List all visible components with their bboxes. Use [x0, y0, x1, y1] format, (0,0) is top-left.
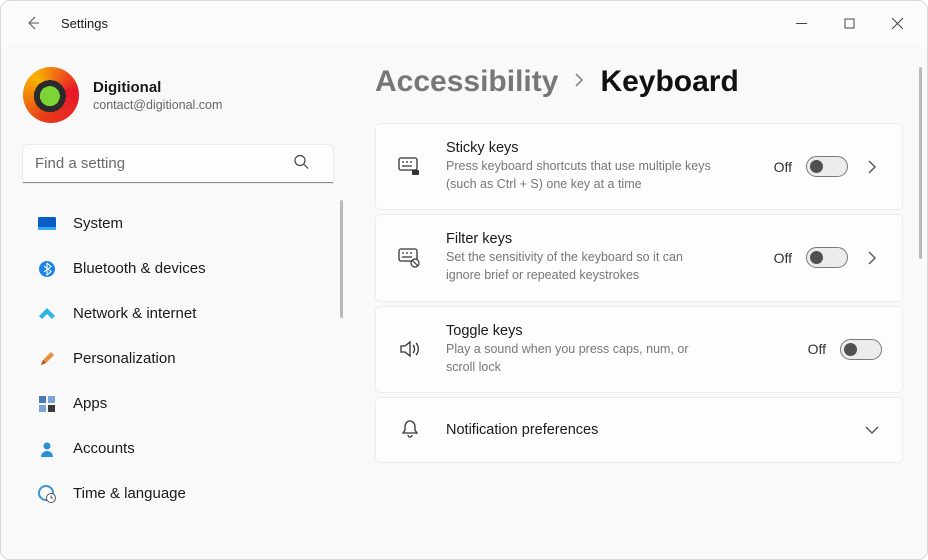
- toggle-state: Off: [774, 159, 792, 175]
- sidebar-item-label: Personalization: [73, 350, 176, 367]
- profile-email: contact@digitional.com: [93, 98, 222, 112]
- search-input[interactable]: [23, 145, 333, 183]
- sidebar-item-time-language[interactable]: Time & language: [23, 473, 339, 514]
- chevron-down-icon[interactable]: [862, 425, 882, 435]
- card-title: Filter keys: [446, 231, 716, 247]
- window-title: Settings: [61, 16, 108, 31]
- page-title: Keyboard: [600, 65, 738, 99]
- sidebar-item-label: System: [73, 215, 123, 232]
- sidebar-item-label: Accounts: [73, 440, 135, 457]
- sidebar-item-bluetooth[interactable]: Bluetooth & devices: [23, 248, 339, 289]
- toggle-state: Off: [808, 341, 826, 357]
- profile-block[interactable]: Digitional contact@digitional.com: [23, 67, 339, 123]
- sidebar-nav: System Bluetooth & devices Network & int…: [23, 203, 339, 518]
- profile-name: Digitional: [93, 79, 222, 96]
- person-icon: [37, 439, 57, 459]
- card-title: Toggle keys: [446, 323, 716, 339]
- sound-icon: [396, 335, 424, 363]
- sticky-keys-toggle[interactable]: [806, 156, 848, 177]
- breadcrumb-parent[interactable]: Accessibility: [375, 65, 558, 99]
- minimize-icon: [796, 18, 807, 29]
- display-icon: [37, 214, 57, 234]
- titlebar: Settings: [1, 1, 927, 45]
- main-content: Accessibility Keyboard Sticky keys Press…: [351, 45, 927, 559]
- card-description: Press keyboard shortcuts that use multip…: [446, 157, 716, 193]
- search-icon: [293, 154, 309, 175]
- settings-window: Settings Digitional contact@digitional.c…: [0, 0, 928, 560]
- brush-icon: [37, 349, 57, 369]
- maximize-button[interactable]: [825, 7, 873, 39]
- keyboard-filter-icon: [396, 244, 424, 272]
- avatar: [23, 67, 79, 123]
- sidebar-scrollbar[interactable]: [340, 200, 343, 318]
- sidebar: Digitional contact@digitional.com System: [1, 45, 351, 559]
- toggle-state: Off: [774, 250, 792, 266]
- sidebar-item-label: Time & language: [73, 485, 186, 502]
- wifi-icon: [37, 304, 57, 324]
- sidebar-item-label: Network & internet: [73, 305, 196, 322]
- sidebar-item-label: Bluetooth & devices: [73, 260, 206, 277]
- minimize-button[interactable]: [777, 7, 825, 39]
- sidebar-item-accounts[interactable]: Accounts: [23, 428, 339, 469]
- card-description: Set the sensitivity of the keyboard so i…: [446, 248, 716, 284]
- toggle-keys-toggle[interactable]: [840, 339, 882, 360]
- sidebar-item-apps[interactable]: Apps: [23, 383, 339, 424]
- card-title: Notification preferences: [446, 422, 598, 438]
- card-title: Sticky keys: [446, 140, 716, 156]
- close-icon: [892, 18, 903, 29]
- setting-toggle-keys[interactable]: Toggle keys Play a sound when you press …: [375, 306, 903, 393]
- maximize-icon: [844, 18, 855, 29]
- filter-keys-toggle[interactable]: [806, 247, 848, 268]
- main-scrollbar[interactable]: [919, 67, 922, 259]
- chevron-right-icon[interactable]: [862, 160, 882, 174]
- close-button[interactable]: [873, 7, 921, 39]
- sidebar-item-personalization[interactable]: Personalization: [23, 338, 339, 379]
- sidebar-item-network[interactable]: Network & internet: [23, 293, 339, 334]
- setting-sticky-keys[interactable]: Sticky keys Press keyboard shortcuts tha…: [375, 123, 903, 210]
- sidebar-item-system[interactable]: System: [23, 203, 339, 244]
- bell-icon: [396, 416, 424, 444]
- apps-icon: [37, 394, 57, 414]
- bluetooth-icon: [37, 259, 57, 279]
- keyboard-sticky-icon: [396, 153, 424, 181]
- arrow-left-icon: [25, 15, 41, 31]
- window-controls: [777, 7, 921, 39]
- sidebar-item-label: Apps: [73, 395, 107, 412]
- chevron-right-icon[interactable]: [862, 251, 882, 265]
- breadcrumb: Accessibility Keyboard: [375, 65, 903, 99]
- globe-clock-icon: [37, 484, 57, 504]
- search-container: [23, 145, 339, 183]
- card-description: Play a sound when you press caps, num, o…: [446, 340, 716, 376]
- setting-notification-preferences[interactable]: Notification preferences: [375, 397, 903, 463]
- chevron-right-icon: [572, 73, 586, 92]
- setting-filter-keys[interactable]: Filter keys Set the sensitivity of the k…: [375, 214, 903, 301]
- back-button[interactable]: [19, 9, 47, 37]
